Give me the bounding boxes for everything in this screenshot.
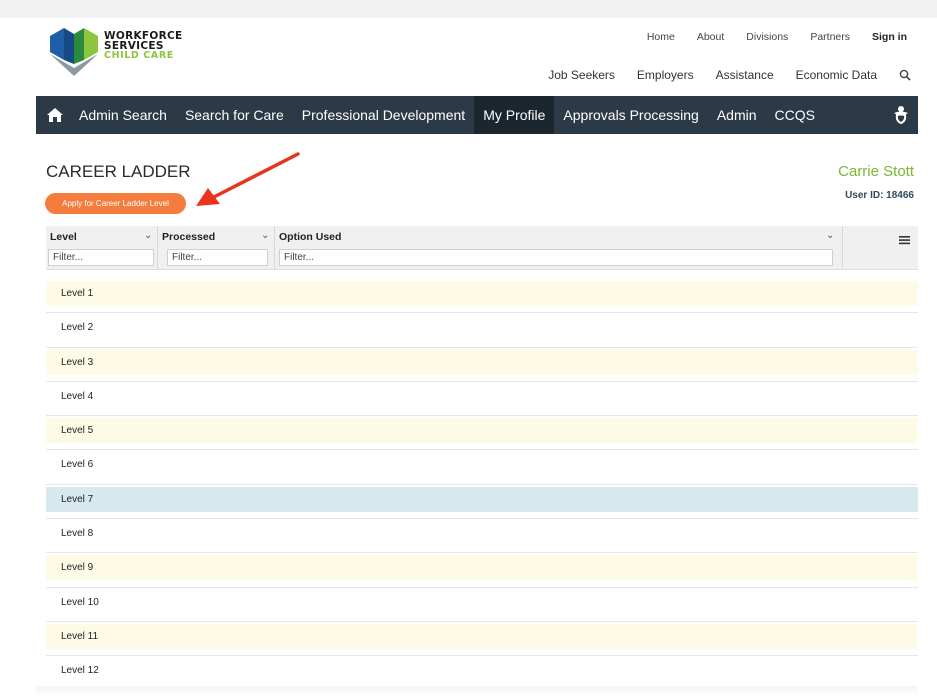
child-care-icon[interactable] [890, 104, 912, 131]
baby-icon [894, 106, 908, 125]
chevron-down-icon[interactable]: ⌄ [826, 230, 834, 241]
level-filter-input[interactable] [48, 249, 154, 266]
workforce-services-logo[interactable]: WORKFORCE SERVICES CHILD CARE [46, 24, 186, 84]
nav-ccqs[interactable]: CCQS [766, 96, 824, 134]
row-background [46, 555, 918, 581]
main-link-job-seekers[interactable]: Job Seekers [548, 68, 615, 82]
table-row-selected[interactable]: Level 7 [46, 485, 918, 520]
column-option-used-title[interactable]: Option Used [279, 231, 341, 243]
row-background [46, 623, 918, 649]
row-level-label: Level 9 [61, 562, 94, 574]
career-ladder-grid: Level ⌄ Processed ⌄ Option Used ⌄ Level … [46, 226, 918, 691]
row-level-label: Level 7 [61, 493, 94, 505]
table-row[interactable]: Level 2 [46, 313, 918, 348]
bottom-shadow [36, 686, 918, 696]
main-links: Job Seekers Employers Assistance Economi… [548, 68, 911, 82]
logo-text: WORKFORCE SERVICES CHILD CARE [104, 31, 183, 61]
row-background [46, 521, 918, 547]
column-processed: Processed ⌄ [158, 226, 275, 270]
table-row[interactable]: Level 5 [46, 416, 918, 451]
page-title: CAREER LADDER [46, 162, 191, 181]
row-level-label: Level 12 [61, 665, 99, 677]
processed-filter-input[interactable] [167, 249, 268, 266]
main-navbar: Admin Search Search for Care Professiona… [36, 96, 918, 134]
row-background [46, 349, 918, 375]
site-header: WORKFORCE SERVICES CHILD CARE Home About… [0, 18, 937, 96]
column-option-used: Option Used ⌄ [275, 226, 843, 270]
table-row[interactable]: Level 3 [46, 348, 918, 382]
sign-in-link[interactable]: Sign in [872, 31, 907, 43]
row-level-label: Level 10 [61, 596, 99, 608]
row-background [46, 658, 918, 684]
table-row[interactable]: Level 10 [46, 588, 918, 622]
main-link-economic-data[interactable]: Economic Data [796, 68, 877, 82]
home-icon [47, 108, 63, 122]
table-row[interactable]: Level 4 [46, 382, 918, 417]
grid-menu-button[interactable] [899, 232, 910, 250]
utility-nav: Home About Divisions Partners Sign in [647, 31, 907, 43]
row-level-label: Level 8 [61, 528, 94, 540]
main-link-employers[interactable]: Employers [637, 68, 694, 82]
nav-approvals-processing[interactable]: Approvals Processing [554, 96, 707, 134]
home-button[interactable] [40, 96, 70, 134]
table-row[interactable]: Level 8 [46, 519, 918, 554]
table-row[interactable]: Level 6 [46, 450, 918, 485]
column-level: Level ⌄ [46, 226, 158, 270]
util-link-about[interactable]: About [697, 31, 724, 43]
table-row[interactable]: Level 11 [46, 622, 918, 657]
main-link-assistance[interactable]: Assistance [716, 68, 774, 82]
table-row[interactable]: Level 1 [46, 279, 918, 314]
logo-line-3: CHILD CARE [104, 50, 174, 61]
row-level-label: Level 2 [61, 322, 94, 334]
row-level-label: Level 4 [61, 390, 94, 402]
apply-career-ladder-button[interactable]: Apply for Career Ladder Level [45, 193, 186, 214]
row-background [46, 589, 918, 615]
nav-search-for-care[interactable]: Search for Care [176, 96, 293, 134]
row-level-label: Level 3 [61, 356, 94, 368]
search-icon[interactable] [899, 69, 911, 81]
user-name: Carrie Stott [838, 163, 914, 180]
nav-professional-development[interactable]: Professional Development [293, 96, 474, 134]
util-link-home[interactable]: Home [647, 31, 675, 43]
row-level-label: Level 1 [61, 288, 94, 299]
nav-my-profile[interactable]: My Profile [474, 96, 555, 134]
table-row[interactable]: Level 9 [46, 553, 918, 588]
column-level-title[interactable]: Level [50, 231, 77, 243]
logo-mark-icon [50, 28, 98, 76]
util-link-partners[interactable]: Partners [810, 31, 850, 43]
nav-admin[interactable]: Admin [708, 96, 766, 134]
row-background [46, 315, 918, 341]
top-strip [0, 0, 937, 18]
util-link-divisions[interactable]: Divisions [746, 31, 788, 43]
row-background [46, 383, 918, 409]
grid-rows: Level 1 Level 2 Level 3 Level 4 Level 5 … [46, 279, 918, 691]
row-level-label: Level 6 [61, 459, 94, 471]
user-id: User ID: 18466 [845, 190, 914, 201]
row-background [46, 418, 918, 444]
row-level-label: Level 11 [61, 630, 99, 642]
row-background [46, 452, 918, 478]
column-processed-title[interactable]: Processed [162, 231, 215, 243]
chevron-down-icon[interactable]: ⌄ [261, 230, 269, 241]
row-background [46, 281, 918, 306]
grid-header: Level ⌄ Processed ⌄ Option Used ⌄ [46, 226, 918, 270]
row-background [46, 486, 918, 512]
chevron-down-icon[interactable]: ⌄ [144, 230, 152, 241]
nav-admin-search[interactable]: Admin Search [70, 96, 176, 134]
annotation-arrow-icon [196, 152, 300, 206]
hamburger-menu-icon [899, 236, 910, 245]
row-level-label: Level 5 [61, 425, 94, 437]
option-used-filter-input[interactable] [279, 249, 833, 266]
